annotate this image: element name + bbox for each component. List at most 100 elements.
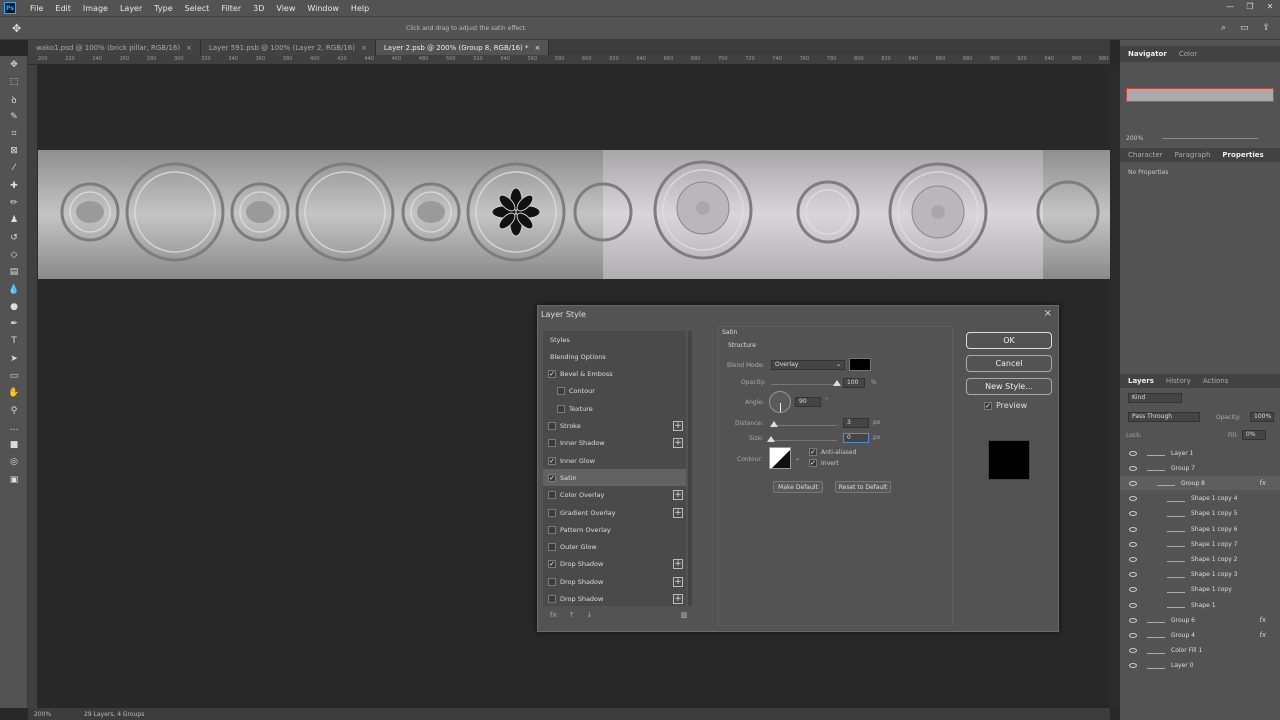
layer-row[interactable]: Shape 1 copy 4 [1120,492,1280,506]
size-field[interactable]: 0 [843,433,869,443]
angle-dial[interactable] [769,391,791,413]
layer-fill[interactable]: 0% [1242,430,1266,440]
eraser-tool-icon[interactable]: ◇ [0,246,28,263]
visibility-eye-icon[interactable] [1129,541,1137,547]
new-style-button[interactable]: New Style... [966,378,1052,395]
quick-select-tool-icon[interactable]: ✎ [0,108,28,125]
size-slider-knob[interactable] [767,436,775,442]
style-item-texture[interactable]: Texture [543,400,686,417]
add-effect-icon[interactable]: + [673,576,683,587]
layer-row[interactable]: Layer 0 [1120,659,1280,673]
vertical-scrollbar[interactable] [1110,65,1120,708]
navigator-zoom[interactable]: 200% [1126,135,1143,142]
tab-color[interactable]: Color [1179,50,1197,58]
reset-default-button[interactable]: Reset to Default [835,481,891,493]
style-checkbox[interactable]: ✓ [548,560,556,569]
zoom-level[interactable]: 200% [34,711,84,718]
move-down-icon[interactable]: ↓ [586,611,592,619]
style-item-inner-shadow[interactable]: Inner Shadow + [543,435,686,452]
visibility-eye-icon[interactable] [1129,617,1137,623]
crop-tool-icon[interactable]: ⌗ [0,125,28,142]
layer-row[interactable]: Color Fill 1 [1120,644,1280,658]
style-checkbox[interactable]: ✓ [548,456,556,465]
restore-button[interactable]: ❐ [1240,0,1260,14]
menu-layer[interactable]: Layer [114,4,148,13]
style-checkbox[interactable] [548,422,556,430]
tab-navigator[interactable]: Navigator [1128,50,1167,58]
style-item-blending-options[interactable]: Blending Options [543,348,686,365]
tab-properties[interactable]: Properties [1222,151,1263,159]
style-item-stroke[interactable]: Stroke + [543,418,686,435]
brush-tool-icon[interactable]: ✏ [0,194,28,211]
style-item-bevel-emboss[interactable]: ✓ Bevel & Emboss [543,366,686,383]
visibility-eye-icon[interactable] [1129,556,1137,562]
add-effect-icon[interactable]: + [673,559,683,570]
invert-option[interactable]: ✓ Invert [809,459,839,467]
satin-color-swatch[interactable] [849,358,871,371]
navigator-thumbnail[interactable] [1126,88,1274,102]
add-effect-icon[interactable]: + [673,438,683,449]
style-item-drop-shadow[interactable]: Drop Shadow + [543,573,686,590]
path-select-tool-icon[interactable]: ➤ [0,350,28,367]
layer-row[interactable]: Shape 1 copy [1120,583,1280,597]
menu-view[interactable]: View [270,4,301,13]
style-item-outer-glow[interactable]: Outer Glow [543,539,686,556]
minimize-button[interactable]: — [1220,0,1240,14]
layer-kind-filter[interactable]: Kind [1128,393,1182,403]
style-checkbox[interactable] [548,595,556,603]
fx-badge-icon[interactable]: fx [1259,631,1266,639]
style-checkbox[interactable] [548,577,556,586]
invert-checkbox[interactable]: ✓ [809,459,817,467]
style-checkbox[interactable] [548,508,556,517]
style-checkbox[interactable] [548,525,556,534]
stamp-tool-icon[interactable]: ♟ [0,212,28,229]
style-item-contour[interactable]: Contour [543,383,686,400]
layer-row[interactable]: Group 8 fx [1120,476,1280,491]
hand-tool-icon[interactable]: ✋ [0,385,28,402]
style-item-styles[interactable]: Styles [543,331,686,348]
style-item-gradient-overlay[interactable]: Gradient Overlay + [543,504,686,521]
visibility-eye-icon[interactable] [1129,480,1137,486]
opacity-slider[interactable] [771,380,841,386]
move-tool-icon[interactable]: ✥ [0,56,28,73]
visibility-eye-icon[interactable] [1129,632,1137,638]
style-checkbox[interactable]: ✓ [548,473,556,482]
healing-tool-icon[interactable]: ✚ [0,177,28,194]
style-checkbox[interactable] [548,439,556,448]
shape-tool-icon[interactable]: ▭ [0,367,28,384]
tab-close-icon[interactable]: × [361,44,367,52]
contour-picker[interactable] [769,447,791,469]
tab-history[interactable]: History [1166,377,1191,385]
distance-slider[interactable] [770,421,837,427]
dodge-tool-icon[interactable]: ● [0,298,28,315]
layer-blend-mode[interactable]: Pass Through [1128,412,1200,422]
move-up-icon[interactable]: ↑ [569,611,575,619]
style-checkbox[interactable] [557,387,565,396]
menu-type[interactable]: Type [148,4,178,13]
layer-row[interactable]: Shape 1 copy 5 [1120,507,1280,521]
menu-edit[interactable]: Edit [49,4,77,13]
fx-badge-icon[interactable]: fx [1259,479,1266,487]
add-effect-icon[interactable]: + [673,490,683,501]
style-checkbox[interactable]: ✓ [548,370,556,379]
layer-row[interactable]: Shape 1 copy 6 [1120,522,1280,536]
style-item-drop-shadow[interactable]: ✓ Drop Shadow + [543,556,686,573]
menu-filter[interactable]: Filter [215,4,247,13]
visibility-eye-icon[interactable] [1129,496,1137,502]
visibility-eye-icon[interactable] [1129,465,1137,471]
style-item-drop-shadow[interactable]: Drop Shadow + [543,591,686,608]
anti-aliased-option[interactable]: ✓ Anti-aliased [809,448,856,456]
tab-wako1[interactable]: wako1.psd @ 100% (brick pillar, RGB/16) × [28,40,201,55]
history-brush-tool-icon[interactable]: ↺ [0,229,28,246]
move-tool-icon[interactable]: ✥ [12,22,21,35]
style-item-inner-glow[interactable]: ✓ Inner Glow [543,452,686,469]
share-icon[interactable]: ⇪ [1262,23,1270,33]
visibility-eye-icon[interactable] [1129,572,1137,578]
lasso-tool-icon[interactable]: ꝺ [0,91,28,108]
type-tool-icon[interactable]: T [0,333,28,350]
menu-file[interactable]: File [24,4,49,13]
cancel-button[interactable]: Cancel [966,355,1052,372]
visibility-eye-icon[interactable] [1129,511,1137,517]
tab-actions[interactable]: Actions [1203,377,1229,385]
visibility-eye-icon[interactable] [1129,663,1137,669]
